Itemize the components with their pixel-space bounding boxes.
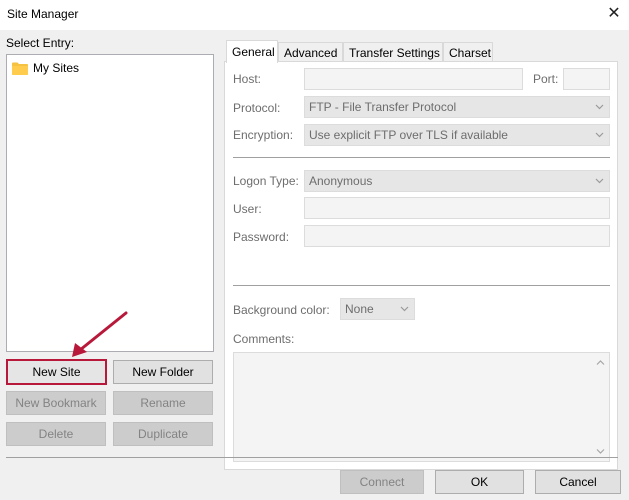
host-field[interactable] <box>304 68 523 90</box>
divider <box>233 157 610 158</box>
logon-type-label: Logon Type: <box>233 174 299 188</box>
password-label: Password: <box>233 230 290 244</box>
connect-button[interactable]: Connect <box>340 470 424 494</box>
chevron-down-icon <box>595 104 604 110</box>
tree-item-label: My Sites <box>33 61 80 75</box>
comments-textarea[interactable] <box>233 352 610 462</box>
select-entry-label: Select Entry: <box>6 36 75 50</box>
new-bookmark-button[interactable]: New Bookmark <box>6 391 106 415</box>
window-title: Site Manager <box>7 7 79 21</box>
logon-type-select[interactable]: Anonymous <box>304 170 610 192</box>
port-label: Port: <box>533 72 559 86</box>
protocol-value: FTP - File Transfer Protocol <box>309 100 457 114</box>
comments-scrollbar[interactable] <box>592 353 609 461</box>
user-label: User: <box>233 202 262 216</box>
cancel-button[interactable]: Cancel <box>535 470 621 494</box>
encryption-label: Encryption: <box>233 128 294 142</box>
chevron-down-icon <box>400 306 409 312</box>
title-bar: Site Manager ✕ <box>0 0 629 30</box>
annotation-arrow-icon <box>72 311 128 357</box>
close-icon[interactable]: ✕ <box>604 5 624 23</box>
tab-advanced[interactable]: Advanced <box>278 42 343 62</box>
encryption-select[interactable]: Use explicit FTP over TLS if available <box>304 124 610 146</box>
background-color-select[interactable]: None <box>340 298 415 320</box>
background-color-label: Background color: <box>233 303 330 317</box>
host-label: Host: <box>233 72 262 86</box>
delete-button[interactable]: Delete <box>6 422 106 446</box>
tree-item-my-sites[interactable]: My Sites <box>10 59 81 77</box>
chevron-down-icon <box>595 178 604 184</box>
user-field[interactable] <box>304 197 610 219</box>
footer-divider <box>6 457 618 458</box>
protocol-select[interactable]: FTP - File Transfer Protocol <box>304 96 610 118</box>
background-color-value: None <box>345 302 374 316</box>
new-folder-button[interactable]: New Folder <box>113 360 213 384</box>
tab-general[interactable]: General <box>226 40 278 63</box>
scroll-up-icon[interactable] <box>596 359 605 366</box>
logon-type-value: Anonymous <box>309 174 373 188</box>
rename-button[interactable]: Rename <box>113 391 213 415</box>
folder-icon <box>12 62 28 75</box>
duplicate-button[interactable]: Duplicate <box>113 422 213 446</box>
scroll-down-icon[interactable] <box>596 448 605 455</box>
ok-button[interactable]: OK <box>435 470 524 494</box>
port-field[interactable] <box>563 68 610 90</box>
encryption-value: Use explicit FTP over TLS if available <box>309 128 508 142</box>
protocol-label: Protocol: <box>233 101 281 115</box>
divider <box>233 285 610 286</box>
tab-transfer-settings[interactable]: Transfer Settings <box>343 42 443 62</box>
dialog-body: Select Entry: My Sites New Site New Fold… <box>0 30 629 500</box>
site-tree[interactable]: My Sites <box>6 54 214 352</box>
password-field[interactable] <box>304 225 610 247</box>
new-site-button[interactable]: New Site <box>6 359 107 385</box>
general-panel: Host: Port: Protocol: FTP - File Transfe… <box>224 61 618 470</box>
chevron-down-icon <box>595 132 604 138</box>
comments-label: Comments: <box>233 332 295 346</box>
tab-charset[interactable]: Charset <box>443 42 493 62</box>
